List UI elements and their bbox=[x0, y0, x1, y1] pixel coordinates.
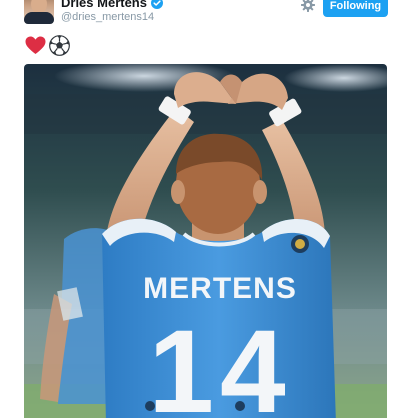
player-jersey: MERTENS 14 bbox=[102, 218, 336, 418]
red-heart-icon bbox=[25, 36, 46, 54]
tweet-card: Dries Mertens @dries_mertens14 Following bbox=[0, 0, 409, 418]
verified-badge-icon bbox=[150, 0, 163, 9]
avatar-shirt bbox=[24, 12, 54, 24]
avatar[interactable] bbox=[24, 0, 54, 24]
tweet-text bbox=[25, 35, 70, 56]
jersey-name: MERTENS bbox=[143, 272, 297, 305]
display-name[interactable]: Dries Mertens bbox=[61, 0, 147, 10]
user-handle[interactable]: @dries_mertens14 bbox=[61, 11, 154, 23]
tweet-photo[interactable]: MERTENS 14 bbox=[24, 64, 387, 418]
soccer-ball-icon bbox=[49, 35, 70, 56]
user-name-row: Dries Mertens bbox=[61, 0, 163, 10]
following-button[interactable]: Following bbox=[323, 0, 388, 17]
gear-icon[interactable] bbox=[301, 0, 315, 12]
jersey-number: 14 bbox=[148, 306, 291, 418]
player-photo: MERTENS 14 bbox=[24, 64, 387, 418]
